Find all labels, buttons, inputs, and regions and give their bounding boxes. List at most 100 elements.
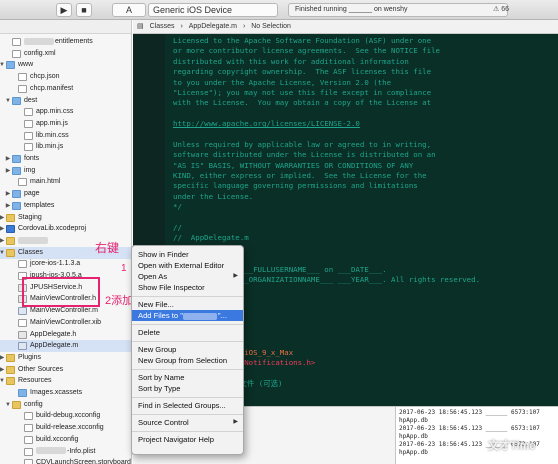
navigator-item[interactable]: build.xcconfig xyxy=(0,434,131,446)
folder-icon xyxy=(12,201,21,210)
context-menu-item[interactable]: Show File Inspector xyxy=(132,282,243,293)
menu-separator xyxy=(132,340,243,342)
navigator-item[interactable]: -Info.plist xyxy=(0,446,131,458)
folder-icon xyxy=(12,400,21,409)
navigator-item-label: templates xyxy=(24,200,54,212)
navigator-item[interactable]: ▶ Staging xyxy=(0,212,131,224)
navigator-item[interactable]: lib.min.css xyxy=(0,130,131,142)
navigator-item[interactable]: ▼www xyxy=(0,59,131,71)
disclosure-open-icon[interactable]: ▼ xyxy=(4,95,12,107)
navigator-item[interactable]: ▼ dest xyxy=(0,95,131,107)
navigator-item[interactable]: ▼Resources xyxy=(0,375,131,387)
folder-icon xyxy=(6,353,15,362)
context-menu-item[interactable]: Source Control ▶ xyxy=(132,417,243,428)
file-icon xyxy=(18,84,27,93)
folder-icon xyxy=(12,155,21,163)
file-icon xyxy=(24,435,33,444)
navigator-item[interactable]: ▶ Other Sources xyxy=(0,364,131,376)
navigator-item[interactable]: app.min.css xyxy=(0,106,131,118)
navigator-item[interactable]: build-debug.xcconfig xyxy=(0,410,131,422)
context-menu-item[interactable]: Project Navigator Help xyxy=(132,434,243,445)
redacted-text xyxy=(24,37,54,45)
navigator-item[interactable]: Images.xcassets xyxy=(0,387,131,399)
breadcrumb-group[interactable]: Classes xyxy=(150,20,175,33)
context-menu-item[interactable]: Sort by Type xyxy=(132,383,243,394)
context-menu-item[interactable]: New Group from Selection xyxy=(132,355,243,366)
navigator-item[interactable]: ▶ Plugins xyxy=(0,352,131,364)
device-selector[interactable]: Generic iOS Device xyxy=(148,3,278,17)
menu-separator xyxy=(132,413,243,415)
navigator-item[interactable]: ▶ page xyxy=(0,188,131,200)
scheme-selector[interactable]: A xyxy=(112,3,146,17)
navigator-item[interactable]: main.html xyxy=(0,176,131,188)
activity-status: Finished running ______ on wenshy xyxy=(288,3,508,17)
navigator-item-label: entitlements xyxy=(24,36,93,48)
navigator-item[interactable]: AppDelegate.m xyxy=(0,340,131,353)
navigator-item-text: dest xyxy=(24,96,38,104)
navigator-item[interactable]: MainViewController.xib xyxy=(0,317,131,329)
breadcrumb-file[interactable]: AppDelegate.m xyxy=(189,20,237,33)
disclosure-closed-icon[interactable]: ▶ xyxy=(4,165,12,177)
navigator-item[interactable]: chcp.json xyxy=(0,71,131,83)
breadcrumb-symbol[interactable]: No Selection xyxy=(251,20,291,33)
navigator-item-text: MainViewController.m xyxy=(30,307,98,315)
code-line-text: or more contributor license agreements. … xyxy=(173,46,440,56)
navigator-item-text: templates xyxy=(24,201,55,209)
disclosure-closed-icon[interactable]: ▶ xyxy=(4,153,12,165)
context-menu-item-label: Add Files to " xyxy=(138,311,183,320)
navigator-item[interactable]: lib.min.js xyxy=(0,141,131,153)
file-icon xyxy=(24,459,33,464)
navigator-item-text: config xyxy=(24,400,43,408)
code-line: Licensed to the Apache Software Foundati… xyxy=(173,36,553,46)
navigator-item[interactable]: ▶ fonts xyxy=(0,153,131,165)
navigator-item-label: CordovaLib.xcodeproj xyxy=(18,223,86,235)
navigator-item[interactable]: AppDelegate.h xyxy=(0,329,131,341)
navigator-item[interactable]: jcore-ios-1.1.3.a xyxy=(0,258,131,270)
navigator-item[interactable]: CDVLaunchScreen.storyboard xyxy=(0,457,131,464)
navigator-item-label: chcp.manifest xyxy=(30,83,73,95)
run-button[interactable]: ▶ xyxy=(56,3,72,17)
navigator-item[interactable]: entitlements xyxy=(0,36,131,48)
context-menu-item[interactable]: Find in Selected Groups... xyxy=(132,400,243,411)
context-menu-item[interactable]: Open As ▶ xyxy=(132,271,243,282)
context-menu-item[interactable]: Open with External Editor xyxy=(132,260,243,271)
folder-icon xyxy=(12,166,21,175)
folder-icon xyxy=(6,365,15,374)
code-line: // AppDelegate.m xyxy=(173,233,553,243)
navigator-item-label: AppDelegate.h xyxy=(30,329,76,341)
folder-icon xyxy=(18,389,27,397)
navigator-item[interactable]: ▶ templates xyxy=(0,200,131,212)
disclosure-closed-icon[interactable]: ▶ xyxy=(4,188,12,200)
navigator-item[interactable]: app.min.js xyxy=(0,118,131,130)
context-menu-item[interactable]: Add Files to " "... xyxy=(132,310,243,321)
navigator-item[interactable]: ▼ config xyxy=(0,399,131,411)
navigator-item-label: fonts xyxy=(24,153,39,165)
navigator-item-label: config xyxy=(24,399,43,411)
disclosure-open-icon[interactable]: ▼ xyxy=(4,399,12,411)
navigator-item-label: build-release.xcconfig xyxy=(36,422,104,434)
stop-button[interactable]: ■ xyxy=(76,3,92,17)
navigator-item-text: build-debug.xcconfig xyxy=(36,412,101,420)
context-menu-item[interactable]: New File... xyxy=(132,299,243,310)
navigator-item-label: build.xcconfig xyxy=(36,434,78,446)
context-menu-item[interactable]: Sort by Name xyxy=(132,372,243,383)
navigator-item[interactable]: build-release.xcconfig xyxy=(0,422,131,434)
debug-console[interactable]: 2017-06-23 18:56:45.123 ______ 6573:107 h… xyxy=(395,406,558,464)
code-line-text: Unless required by applicable law or agr… xyxy=(173,139,432,149)
navigator-tab-bar[interactable] xyxy=(0,20,131,34)
folder-icon xyxy=(6,61,15,70)
navigator-item[interactable]: chcp.manifest xyxy=(0,83,131,95)
warning-count-badge[interactable]: ⚠ 66 xyxy=(490,4,512,16)
navigator-item[interactable]: ▶ CordovaLib.xcodeproj xyxy=(0,223,131,235)
menu-separator xyxy=(132,368,243,370)
navigator-item[interactable]: ▶ img xyxy=(0,165,131,177)
navigator-item[interactable]: config.xml xyxy=(0,48,131,60)
folder-icon xyxy=(6,377,15,386)
code-line-text: specific language governing permissions … xyxy=(173,181,418,191)
context-menu-item[interactable]: Show in Finder xyxy=(132,249,243,260)
disclosure-closed-icon[interactable]: ▶ xyxy=(4,200,12,212)
context-menu-item[interactable]: Delete xyxy=(132,327,243,338)
context-menu-item[interactable]: New Group xyxy=(132,344,243,355)
breadcrumb-separator: › xyxy=(180,23,183,30)
